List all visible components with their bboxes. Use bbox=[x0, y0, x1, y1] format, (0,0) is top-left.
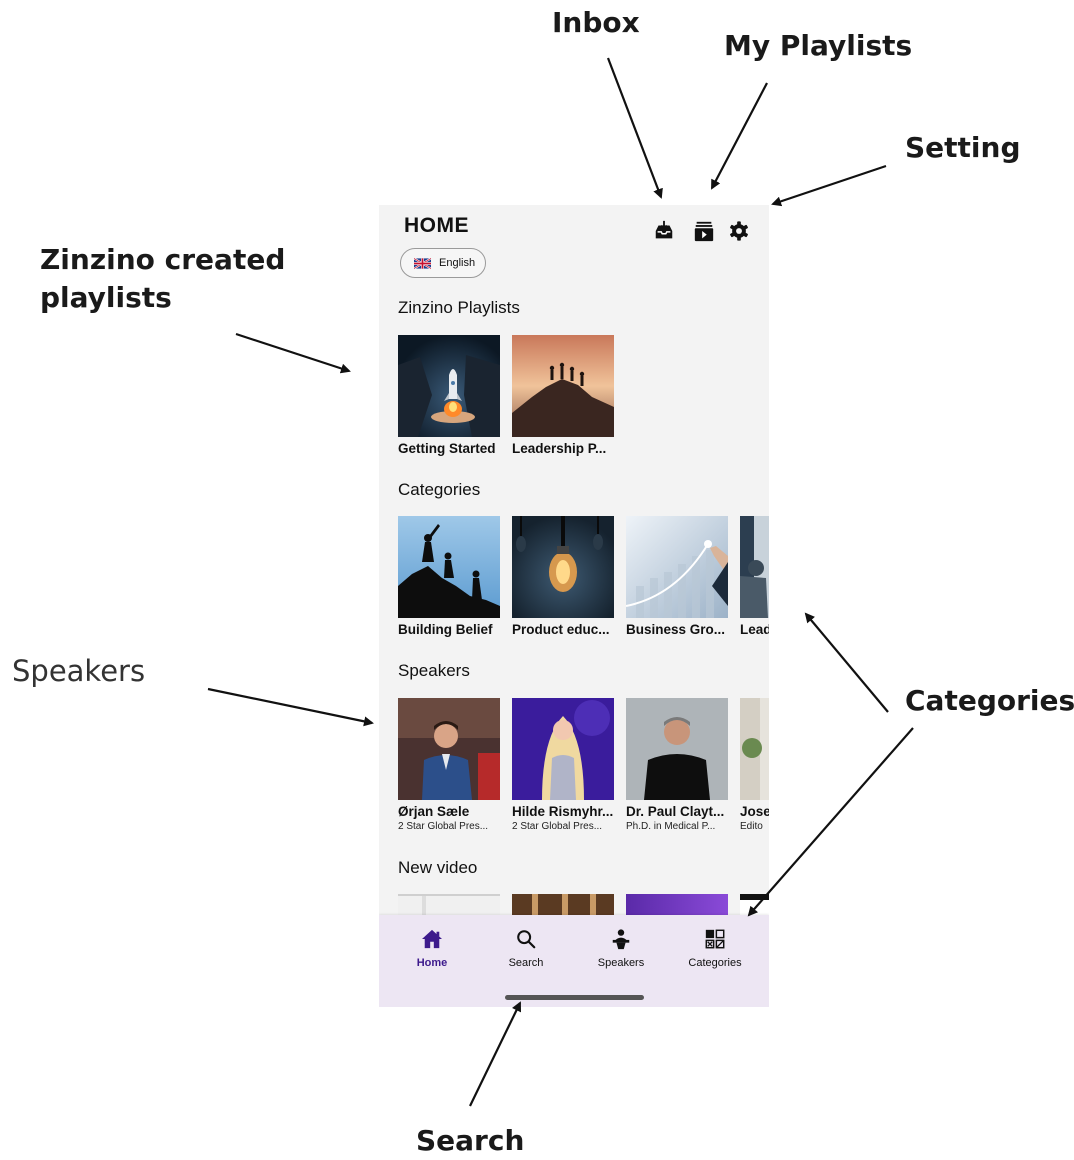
playlist-title: Getting Started bbox=[398, 441, 496, 456]
arrow-search bbox=[469, 1001, 522, 1107]
speaker-name: Dr. Paul Clayt... bbox=[626, 804, 725, 819]
nav-item-speakers[interactable]: Speakers bbox=[581, 927, 661, 969]
category-thumbnail-building-belief bbox=[398, 516, 500, 618]
phone-screen: HOME English Zinzino Playlists Getting S… bbox=[379, 205, 769, 1007]
nav-label-home: Home bbox=[416, 957, 448, 969]
arrow-speakers bbox=[207, 687, 374, 727]
speakers-row: Ørjan Sæle 2 Star Global Pres... Hilde R… bbox=[398, 698, 769, 832]
nav-item-categories[interactable]: Categories bbox=[675, 927, 755, 969]
speaker-card[interactable]: Dr. Paul Clayt... Ph.D. in Medical P... bbox=[626, 698, 728, 832]
nav-label-categories: Categories bbox=[688, 957, 742, 969]
annotation-inbox: Inbox bbox=[552, 6, 640, 39]
search-icon bbox=[514, 927, 538, 951]
category-thumbnail-product-education bbox=[512, 516, 614, 618]
bottom-navigation: Home Search Speakers Categories bbox=[379, 915, 769, 1007]
annotation-search: Search bbox=[416, 1124, 525, 1157]
speaker-card[interactable]: Ørjan Sæle 2 Star Global Pres... bbox=[398, 698, 500, 832]
annotation-categories: Categories bbox=[905, 684, 1074, 717]
speaker-role: 2 Star Global Pres... bbox=[512, 821, 603, 832]
arrow-setting bbox=[771, 164, 887, 207]
category-title: Product educ... bbox=[512, 622, 610, 637]
speaker-photo-paul-clayton bbox=[626, 698, 728, 800]
category-title: Lead bbox=[740, 622, 769, 637]
annotation-zinzino-created-playlists: Zinzino created playlists bbox=[40, 243, 286, 314]
playlist-card[interactable]: Getting Started bbox=[398, 335, 500, 456]
speaker-name: Ørjan Sæle bbox=[398, 804, 470, 819]
speaker-role: Edito bbox=[740, 821, 763, 832]
playlist-title: Leadership P... bbox=[512, 441, 607, 456]
speaker-name: Hilde Rismyhr... bbox=[512, 804, 614, 819]
speaker-photo-hilde-rismyhr bbox=[512, 698, 614, 800]
uk-flag-icon bbox=[414, 257, 431, 269]
categories-row: Building Belief Product educ... Business… bbox=[398, 516, 769, 637]
speaker-role: Ph.D. in Medical P... bbox=[626, 821, 716, 832]
speaker-photo-jose bbox=[740, 698, 769, 800]
categories-icon bbox=[703, 927, 727, 951]
category-card[interactable]: Building Belief bbox=[398, 516, 500, 637]
app-header: HOME English bbox=[379, 205, 769, 295]
speaker-icon bbox=[609, 927, 633, 951]
speaker-card[interactable]: Jose Edito bbox=[740, 698, 769, 832]
page-title: HOME bbox=[404, 214, 469, 237]
playlist-thumbnail-getting-started bbox=[398, 335, 500, 437]
my-playlists-icon[interactable] bbox=[692, 219, 716, 243]
annotation-setting: Setting bbox=[905, 131, 1021, 164]
speaker-card[interactable]: Hilde Rismyhr... 2 Star Global Pres... bbox=[512, 698, 614, 832]
arrow-categories-nav bbox=[747, 727, 914, 917]
inbox-icon[interactable] bbox=[652, 219, 676, 243]
annotation-my-playlists: My Playlists bbox=[724, 29, 913, 62]
category-title: Business Gro... bbox=[626, 622, 726, 637]
section-title-categories: Categories bbox=[398, 480, 481, 499]
category-title: Building Belief bbox=[398, 622, 493, 637]
annotation-speakers: Speakers bbox=[12, 654, 146, 688]
nav-item-search[interactable]: Search bbox=[486, 927, 566, 969]
language-selector[interactable]: English bbox=[400, 248, 486, 278]
section-title-zinzino-playlists: Zinzino Playlists bbox=[398, 298, 520, 317]
arrow-my-playlists bbox=[711, 82, 768, 190]
category-card[interactable]: Business Gro... bbox=[626, 516, 728, 637]
nav-label-speakers: Speakers bbox=[597, 957, 645, 969]
category-thumbnail-business-growth bbox=[626, 516, 728, 618]
category-card[interactable]: Product educ... bbox=[512, 516, 614, 637]
playlist-card[interactable]: Leadership P... bbox=[512, 335, 614, 456]
section-title-speakers: Speakers bbox=[398, 661, 470, 680]
nav-item-home[interactable]: Home bbox=[392, 927, 472, 969]
zinzino-playlists-row: Getting Started Leadership P... bbox=[398, 335, 614, 456]
language-label: English bbox=[439, 257, 476, 269]
category-card[interactable]: Lead bbox=[740, 516, 769, 637]
arrow-inbox bbox=[606, 57, 663, 199]
settings-icon[interactable] bbox=[727, 219, 751, 243]
playlist-thumbnail-leadership bbox=[512, 335, 614, 437]
category-thumbnail-leadership bbox=[740, 516, 769, 618]
home-icon bbox=[420, 927, 444, 951]
speaker-photo-orjan-saele bbox=[398, 698, 500, 800]
section-title-new-video: New video bbox=[398, 858, 478, 877]
arrow-categories-row bbox=[804, 612, 889, 713]
home-indicator bbox=[505, 995, 644, 1000]
arrow-zinzino-playlists bbox=[235, 332, 351, 374]
speaker-role: 2 Star Global Pres... bbox=[398, 821, 489, 832]
speaker-name: Jose bbox=[740, 804, 769, 819]
nav-label-search: Search bbox=[508, 957, 544, 969]
